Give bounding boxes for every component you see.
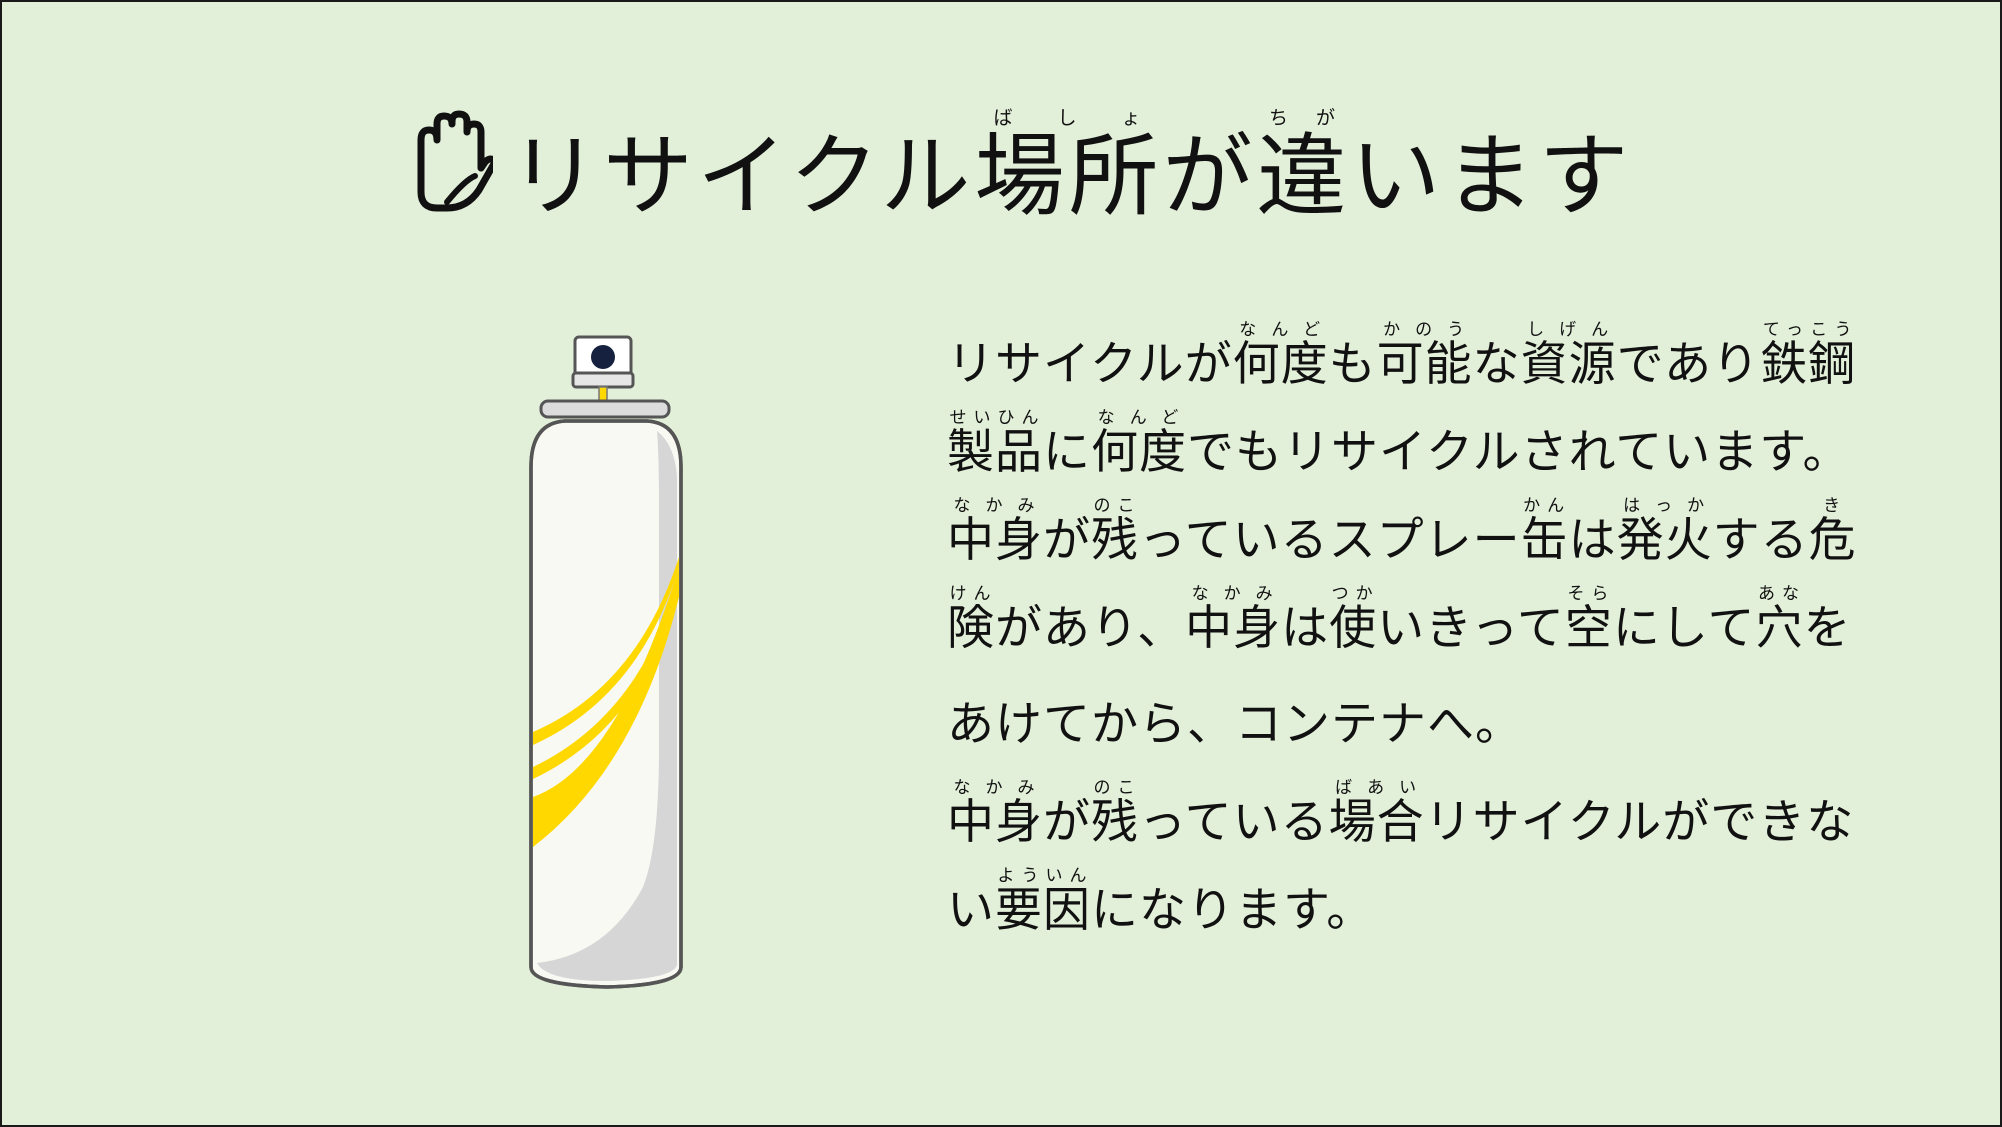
ruby-word: 製品せいひん (947, 408, 1043, 480)
body-text: リサイクルが何度なんども可能かのうな資源しげんであり鉄鋼てっこう 製品せいひんに何… (947, 320, 1957, 954)
furigana: ばあい (1328, 778, 1425, 798)
furigana: てっこう (1760, 320, 1857, 340)
text-run: であり (1616, 337, 1761, 392)
text-run: も (1328, 337, 1377, 392)
furigana: ちが (1256, 107, 1351, 129)
text-run: リサイクルができな (1424, 795, 1855, 850)
ruby-word: 穴あな (1755, 584, 1804, 656)
body-line: 険けんがあり、中身なかみは使つかいきって空そらにして穴あなを (947, 584, 1957, 672)
ruby-word: 使つか (1329, 584, 1378, 656)
text-run: が (1162, 124, 1257, 229)
text-run: にして (1612, 601, 1756, 656)
body-line: あけてから、コンテナへ。 (947, 672, 1957, 778)
body-line: い要因よういんになります。 (947, 866, 1957, 954)
furigana: はっか (1616, 496, 1713, 516)
ruby-word: 違ちが (1256, 107, 1351, 229)
ruby-word: 場所ばしょ (974, 107, 1163, 229)
ruby-word: 危き (1808, 496, 1857, 568)
text-run: になります。 (1091, 883, 1375, 938)
text-run: でもリサイクルされています。 (1187, 425, 1851, 480)
page-title: リサイクル場所ばしょが違ちがいます (407, 72, 1633, 222)
text-run: は (1568, 513, 1617, 568)
furigana: しげん (1520, 320, 1617, 340)
ruby-word: 場合ばあい (1328, 778, 1425, 850)
furigana: けん (947, 584, 995, 604)
furigana: かん (1520, 496, 1569, 516)
ruby-word: 険けん (947, 584, 995, 656)
ruby-word: 中身なかみ (947, 496, 1043, 568)
furigana: そら (1564, 584, 1613, 604)
body-line: リサイクルが何度なんども可能かのうな資源しげんであり鉄鋼てっこう (947, 320, 1957, 408)
ruby-word: 何度なんど (1091, 408, 1187, 480)
ruby-word: 資源しげん (1520, 320, 1617, 392)
furigana: ばしょ (974, 107, 1163, 129)
furigana: なんど (1232, 320, 1329, 340)
text-run: があり、 (995, 601, 1186, 656)
text-run: い (947, 883, 995, 938)
text-run: は (1281, 601, 1330, 656)
ruby-word: 中身なかみ (1185, 584, 1282, 656)
text-run: っている (1139, 795, 1329, 850)
text-run: リサイクル (509, 124, 975, 229)
furigana: あな (1755, 584, 1804, 604)
furigana: のこ (1091, 496, 1139, 516)
text-run: な (1472, 337, 1521, 392)
ruby-word: 発火はっか (1616, 496, 1713, 568)
ruby-word: 何度なんど (1232, 320, 1329, 392)
furigana: なかみ (1185, 584, 1282, 604)
body-line: 製品せいひんに何度なんどでもリサイクルされています。 (947, 408, 1957, 496)
body-line: 中身なかみが残のこっている場合ばあいリサイクルができな (947, 778, 1957, 866)
text-run: が (1043, 795, 1091, 850)
ruby-word: 要因よういん (995, 866, 1091, 938)
ruby-word: 空そら (1564, 584, 1613, 656)
furigana: よういん (995, 866, 1091, 886)
slide: リサイクル場所ばしょが違ちがいます リサイクルが何度なんども可能かのうな資源しげ… (0, 0, 2002, 1127)
text-run: っているスプレー (1139, 513, 1521, 568)
furigana: き (1808, 496, 1857, 516)
title-text: リサイクル場所ばしょが違ちがいます (509, 107, 1633, 222)
ruby-word: 残のこ (1091, 496, 1139, 568)
furigana: なかみ (947, 778, 1043, 798)
furigana: つか (1329, 584, 1378, 604)
text-run: リサイクルが (947, 337, 1233, 392)
ruby-word: 可能かのう (1376, 320, 1473, 392)
body-line: 中身なかみが残のこっているスプレー缶かんは発火はっかする危き (947, 496, 1957, 584)
ruby-word: 缶かん (1520, 496, 1569, 568)
ruby-word: 残のこ (1091, 778, 1139, 850)
text-run: が (1043, 513, 1091, 568)
text-run: する (1712, 513, 1809, 568)
furigana: なかみ (947, 496, 1043, 516)
furigana: かのう (1376, 320, 1473, 340)
spray-can-icon (529, 335, 683, 989)
text-run: いきって (1377, 601, 1565, 656)
furigana: なんど (1091, 408, 1187, 428)
text-run: を (1803, 601, 1852, 656)
text-run: います (1350, 124, 1633, 229)
text-run: あけてから、コンテナへ。 (947, 697, 1523, 752)
furigana: せいひん (947, 408, 1043, 428)
hand-stop-icon (417, 110, 493, 212)
ruby-word: 中身なかみ (947, 778, 1043, 850)
text-run: に (1043, 425, 1091, 480)
ruby-word: 鉄鋼てっこう (1760, 320, 1857, 392)
furigana: のこ (1091, 778, 1139, 798)
